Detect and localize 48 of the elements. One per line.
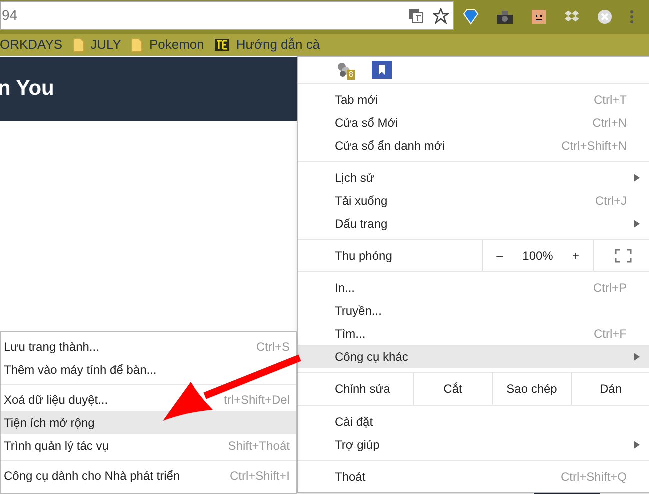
- circle-icon[interactable]: [597, 9, 614, 25]
- submenu-arrow-icon: [634, 440, 640, 448]
- menu-item[interactable]: Dấu trang: [298, 212, 649, 235]
- menu-item[interactable]: In... Ctrl+P: [298, 276, 649, 299]
- fullscreen-icon[interactable]: [614, 248, 632, 262]
- bookmark[interactable]: Pokemon: [131, 35, 204, 55]
- menu-item[interactable]: Tải xuống Ctrl+J: [298, 189, 649, 212]
- zoom-label: Thu phóng: [334, 248, 394, 264]
- submenu-arrow-icon: [634, 352, 640, 360]
- menu-item[interactable]: Công cụ dành cho Nhà phát triển Ctrl+Shift+I: [1, 464, 296, 487]
- menu-item[interactable]: Cửa sổ ẩn danh mới Ctrl+Shift+N: [298, 134, 649, 157]
- menu-item[interactable]: Xoá dữ liệu duyệt... trl+Shift+Del: [1, 388, 296, 411]
- menu-item[interactable]: Trình quản lý tác vụ Shift+Thoát: [1, 434, 296, 457]
- zoom-level: 100%: [522, 248, 554, 264]
- menu-item[interactable]: Trợ giúp: [298, 433, 649, 456]
- edit-button[interactable]: Cắt: [413, 373, 492, 405]
- menu-item[interactable]: Thoát Ctrl+Shift+Q: [298, 465, 649, 488]
- translate-icon[interactable]: [408, 8, 424, 24]
- menu-item[interactable]: Lưu trang thành... Ctrl+S: [1, 335, 296, 358]
- bookmark[interactable]: ORKDAYS: [0, 35, 63, 55]
- menu-item[interactable]: Cửa sổ Mới Ctrl+N: [298, 111, 649, 134]
- star-icon[interactable]: [433, 8, 449, 24]
- address-field[interactable]: 94: [0, 1, 454, 30]
- submenu-arrow-icon: [634, 174, 640, 182]
- edit-button[interactable]: Dán: [571, 373, 649, 405]
- menu-item[interactable]: Tab mới Ctrl+T: [298, 88, 649, 111]
- face-icon[interactable]: [530, 9, 547, 25]
- diamond-icon[interactable]: [462, 9, 479, 25]
- menu-item[interactable]: Cài đặt: [298, 410, 649, 433]
- site-icon: [214, 37, 230, 53]
- submenu-arrow-icon: [634, 220, 640, 228]
- zoom-in-button[interactable]: +: [559, 240, 593, 271]
- menu-item[interactable]: Công cụ khác: [298, 345, 649, 368]
- zoom-out-button[interactable]: –: [483, 240, 517, 271]
- camera-icon[interactable]: [496, 9, 514, 25]
- bookmark[interactable]: Hướng dẫn cà: [214, 35, 320, 55]
- menu-item[interactable]: Tìm... Ctrl+F: [298, 322, 649, 345]
- folder-icon: [131, 38, 144, 52]
- edit-button[interactable]: Sao chép: [492, 373, 571, 405]
- bookmark-icon[interactable]: [372, 61, 392, 79]
- edit-label: Chỉnh sửa: [334, 381, 392, 398]
- menu-item[interactable]: Truyền...: [298, 299, 649, 322]
- menu-item[interactable]: Lịch sử: [298, 166, 649, 189]
- extension-badge: 8: [347, 70, 356, 80]
- menu-item[interactable]: Thêm vào máy tính để bàn...: [1, 358, 296, 381]
- folder-icon: [72, 38, 85, 52]
- menu-item[interactable]: Tiện ích mở rộng: [1, 411, 296, 434]
- bookmark[interactable]: JULY: [72, 35, 122, 55]
